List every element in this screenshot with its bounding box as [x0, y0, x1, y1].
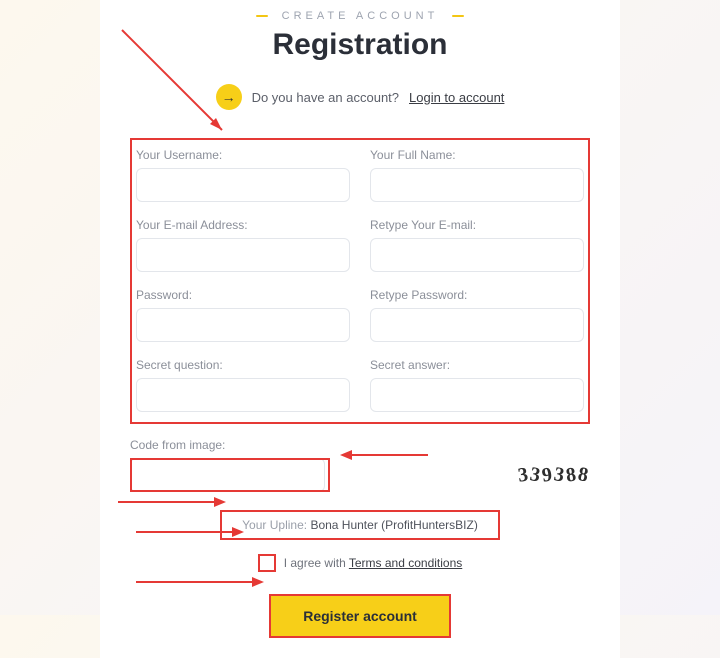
- email-input[interactable]: [136, 238, 350, 272]
- register-button[interactable]: Register account: [269, 594, 451, 638]
- password-label: Password:: [136, 288, 350, 302]
- arrow-right-icon: →: [216, 84, 242, 110]
- captcha-section: Code from image: 339388: [130, 438, 590, 492]
- secret-answer-input[interactable]: [370, 378, 584, 412]
- password2-label: Retype Password:: [370, 288, 584, 302]
- username-input[interactable]: [136, 168, 350, 202]
- login-prompt-text: Do you have an account?: [252, 90, 399, 105]
- email-retype-input[interactable]: [370, 238, 584, 272]
- registration-card: CREATE ACCOUNT Registration → Do you hav…: [100, 0, 620, 658]
- terms-link[interactable]: Terms and conditions: [349, 556, 462, 570]
- password-retype-input[interactable]: [370, 308, 584, 342]
- fullname-label: Your Full Name:: [370, 148, 584, 162]
- upline-value: Bona Hunter (ProfitHuntersBIZ): [310, 518, 477, 532]
- email-label: Your E-mail Address:: [136, 218, 350, 232]
- upline-label: Your Upline:: [242, 518, 310, 532]
- page-title: Registration: [130, 28, 590, 62]
- captcha-input[interactable]: [130, 458, 325, 492]
- captcha-label: Code from image:: [130, 438, 590, 452]
- secret-question-input[interactable]: [136, 378, 350, 412]
- fullname-input[interactable]: [370, 168, 584, 202]
- form-fields-group: Your Username: Your Full Name: Your E-ma…: [130, 138, 590, 424]
- email2-label: Retype Your E-mail:: [370, 218, 584, 232]
- eyebrow: CREATE ACCOUNT: [130, 10, 590, 22]
- username-label: Your Username:: [136, 148, 350, 162]
- login-link[interactable]: Login to account: [409, 90, 504, 105]
- upline-display: Your Upline: Bona Hunter (ProfitHuntersB…: [220, 510, 500, 540]
- terms-row: I agree with Terms and conditions: [130, 554, 590, 572]
- secretq-label: Secret question:: [136, 358, 350, 372]
- secreta-label: Secret answer:: [370, 358, 584, 372]
- terms-text: I agree with: [284, 556, 349, 570]
- terms-checkbox[interactable]: [258, 554, 276, 572]
- password-input[interactable]: [136, 308, 350, 342]
- captcha-image: 339388: [518, 464, 590, 487]
- login-prompt-row: → Do you have an account? Login to accou…: [130, 84, 590, 110]
